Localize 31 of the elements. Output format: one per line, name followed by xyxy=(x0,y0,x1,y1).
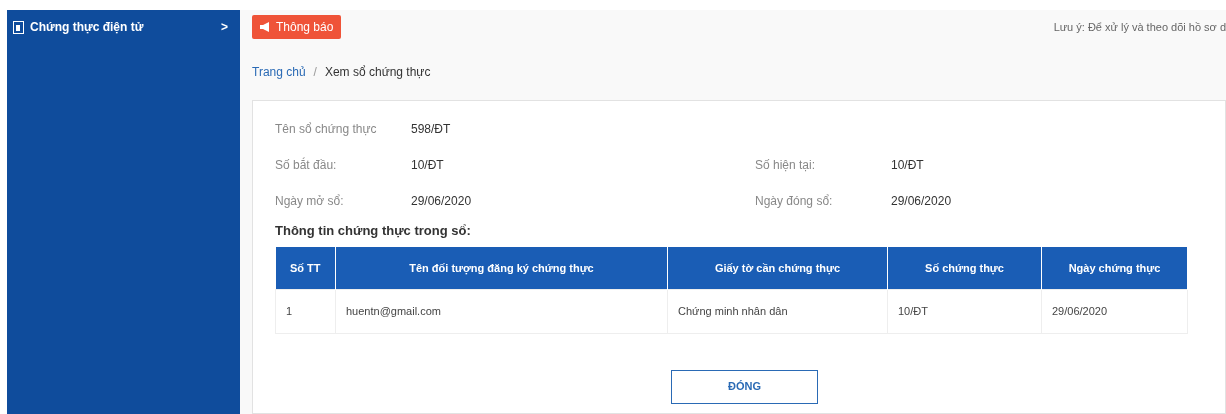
section-title: Thông tin chứng thực trong sổ: xyxy=(275,222,472,241)
column-header: Số TT xyxy=(275,247,336,289)
field-value: 29/06/2020 xyxy=(891,193,952,210)
breadcrumb-separator: / xyxy=(313,64,317,81)
table-cell: 1 xyxy=(275,289,336,333)
notice-badge[interactable]: Thông báo xyxy=(252,15,342,39)
field-value: 10/ĐT xyxy=(411,157,444,174)
column-header: Số chứng thực xyxy=(887,247,1042,289)
document-icon xyxy=(13,20,24,34)
table-cell: 10/ĐT xyxy=(887,289,1042,333)
table-cell: Chứng minh nhân dân xyxy=(667,289,888,333)
column-header: Ngày chứng thực xyxy=(1041,247,1188,289)
field-value: 598/ĐT xyxy=(411,121,451,138)
chevron-icon: > xyxy=(221,18,228,36)
field-label: Tên sổ chứng thực xyxy=(275,121,378,138)
sidebar-item[interactable]: Chứng thực điện tử > xyxy=(13,18,234,36)
field-value: 10/ĐT xyxy=(891,157,924,174)
breadcrumb-current: Xem sổ chứng thực xyxy=(324,64,431,81)
breadcrumb-link[interactable]: Trang chủ xyxy=(252,63,306,81)
field-label: Số bắt đầu: xyxy=(275,156,338,174)
table-cell: 29/06/2020 xyxy=(1041,289,1188,333)
notice-text: Lưu ý: Để xử lý và theo dõi hồ sơ d xyxy=(1053,19,1226,35)
megaphone-icon xyxy=(260,22,271,32)
field-label: Ngày đóng sổ: xyxy=(755,193,834,210)
field-value: 29/06/2020 xyxy=(411,193,472,210)
field-label: Số hiện tại: xyxy=(755,157,817,174)
close-button[interactable]: ĐÓNG xyxy=(671,369,818,404)
field-label: Ngày mở sổ: xyxy=(275,193,345,210)
column-header: Tên đối tượng đăng ký chứng thực xyxy=(335,247,668,289)
table-cell: huentn@gmail.com xyxy=(335,289,668,333)
column-header: Giấy tờ cần chứng thực xyxy=(667,247,888,289)
